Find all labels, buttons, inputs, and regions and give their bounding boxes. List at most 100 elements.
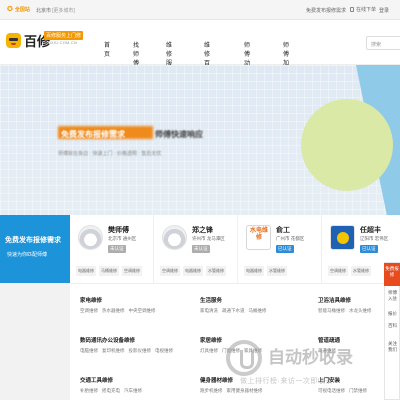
floating-sidebar: 免费报修 师傅入驻 报价 百科 关注我们 — [384, 262, 400, 400]
status-badge: 已认证 — [360, 245, 378, 253]
category-item[interactable]: 摇电充电 — [102, 388, 120, 394]
category-item[interactable]: 空调维修 — [80, 308, 98, 314]
category-title[interactable]: 卫浴洁具维修 — [318, 296, 372, 304]
publish-request-link[interactable]: 免费发布报修需求 — [306, 7, 346, 14]
top-bar: ✪ 全国站 北京市 [更多城市] 免费发布报修需求 在线下单 登录 — [0, 0, 400, 20]
category-title[interactable]: 健身器材维修 — [200, 376, 263, 384]
category-item[interactable]: 灯具维修 — [200, 348, 218, 354]
order-link[interactable]: 在线下单 — [350, 6, 376, 13]
search-input[interactable]: 搜索 — [366, 36, 400, 50]
avatar-logo-text: 水电维修 — [249, 228, 268, 241]
category-item[interactable]: 电脑维修 — [80, 348, 98, 354]
master-list: 樊师傅 北京市 通州区 未认证 电器维修 马桶维修 空调维修 郑之锋 许州市 龙… — [70, 215, 400, 283]
category-item[interactable]: 投影仪维修 — [129, 348, 152, 354]
avatar — [330, 225, 355, 250]
status-badge: 未认证 — [108, 245, 126, 253]
master-tags: 空调维修 水管维修 — [328, 266, 371, 276]
category-item[interactable]: 家具维修 — [244, 348, 262, 354]
skill-tag: 水管维修 — [351, 266, 371, 276]
category-item[interactable]: 马桶维修 — [249, 308, 267, 314]
category-item[interactable]: 中央空调维修 — [129, 308, 156, 314]
category-title[interactable]: 生活服务 — [200, 296, 267, 304]
float-item-wiki[interactable]: 百科 — [386, 323, 399, 329]
banner-circle-decoration — [301, 99, 393, 191]
brand-tag: 百修服务上门修 — [44, 31, 84, 40]
category-item[interactable]: 家用健身器材维修 — [227, 388, 263, 394]
master-area: 许州市 龙马潭区 — [192, 236, 225, 241]
skill-tag: 电器维修 — [244, 266, 264, 276]
float-item-join[interactable]: 师傅入驻 — [386, 290, 399, 302]
skill-tag: 水管维修 — [206, 266, 226, 276]
skill-tag: 电器维修 — [76, 266, 96, 276]
master-name: 俞工 — [276, 227, 290, 234]
category-block[interactable]: 生活服务 家电清洗 疏通下水道 马桶维修 — [200, 296, 267, 314]
master-tags: 电器维修 水管维修 — [244, 266, 287, 276]
master-name: 郑之锋 — [192, 227, 213, 234]
category-item[interactable]: 疏通维修 — [318, 348, 336, 354]
category-item[interactable]: 门禁维修 — [349, 388, 367, 394]
category-item[interactable]: 家电清洗 — [200, 308, 218, 314]
category-block[interactable]: 家电维修 空调维修 热水器维修 中央空调维修 — [80, 296, 156, 314]
category-item[interactable]: 热水器维修 — [102, 308, 125, 314]
location-icon: ✪ — [7, 5, 13, 13]
status-badge: 已认证 — [276, 245, 294, 253]
float-item-follow[interactable]: 关注我们 — [386, 341, 399, 353]
avatar: 水电维修 — [246, 225, 271, 250]
avatar — [162, 225, 187, 250]
category-item[interactable]: 水龙头维修 — [349, 308, 372, 314]
nav-find-master[interactable]: 找师傅 — [133, 40, 139, 67]
banner-headline-right: 师傅快速响应 — [155, 130, 203, 139]
category-block[interactable]: 卫浴洁具维修 智能马桶维修 水龙头维修 — [318, 296, 372, 314]
category-block[interactable]: 家居维修 灯具维修 门窗维修 家具维修 — [200, 336, 262, 354]
category-block[interactable]: 健身器材维修 跑步机维修 家用健身器材维修 — [200, 376, 263, 394]
login-link[interactable]: 登录 — [379, 7, 389, 14]
category-title[interactable]: 数码通讯办公设备维修 — [80, 336, 173, 344]
category-title[interactable]: 交通工具维修 — [80, 376, 142, 384]
free-repair-button[interactable]: 免费报修 — [384, 263, 400, 286]
category-item[interactable]: 复印机维修 — [102, 348, 125, 354]
master-tags: 空调维修 电器维修 水管维修 — [160, 266, 226, 276]
master-card[interactable]: 水电维修 俞工 广州市 花都区 已认证 电器维修 水管维修 — [238, 215, 322, 283]
category-item[interactable]: 可视电话维修 — [318, 388, 345, 394]
master-card[interactable]: 樊师傅 北京市 通州区 未认证 电器维修 马桶维修 空调维修 — [70, 215, 154, 283]
category-item[interactable]: 补胎维修 — [80, 388, 98, 394]
master-tags: 电器维修 马桶维修 空调维修 — [76, 266, 142, 276]
category-item[interactable]: 疏通下水道 — [222, 308, 245, 314]
skill-tag: 空调维修 — [328, 266, 348, 276]
master-area: 辽阳市 宏伟区 — [360, 236, 389, 241]
switch-city-link[interactable]: [更多城市] — [52, 7, 75, 14]
master-name: 任超丰 — [360, 227, 381, 234]
category-title[interactable]: 家电维修 — [80, 296, 156, 304]
category-item[interactable]: 电视维修 — [155, 348, 173, 354]
location-switcher[interactable]: ✪ 全国站 — [7, 5, 30, 14]
location-label[interactable]: 全国站 — [15, 6, 30, 13]
category-title[interactable]: 家居维修 — [200, 336, 262, 344]
category-block[interactable]: 上门安装 可视电话维修 门禁维修 — [318, 376, 367, 394]
category-item[interactable]: 门窗维修 — [222, 348, 240, 354]
hero-banner[interactable]: 免费发布报修需求 师傅快速响应 师傅就在身边 · 快速上门 · 价格透明 · 售… — [0, 65, 400, 215]
nav-home[interactable]: 首页 — [104, 40, 110, 58]
publish-request-panel[interactable]: 免费发布报修需求 快速为你匹配师傅 — [0, 215, 70, 283]
order-label: 在线下单 — [356, 7, 377, 13]
category-block[interactable]: 交通工具维修 补胎维修 摇电充电 汽车维修 — [80, 376, 142, 394]
site-logo[interactable]: 百修 百修服务上门修 BAIXIU.COM.CN — [6, 31, 84, 50]
skill-tag: 电器维修 — [183, 266, 203, 276]
category-item[interactable]: 汽车维修 — [124, 388, 142, 394]
category-title[interactable]: 管道疏通 — [318, 336, 340, 344]
category-item[interactable]: 跑步机维修 — [200, 388, 223, 394]
site-header: 百修 百修服务上门修 BAIXIU.COM.CN 首页 找师傅 维修服务 维修百… — [0, 20, 400, 76]
skill-tag: 水管维修 — [267, 266, 287, 276]
category-title[interactable]: 上门安装 — [318, 376, 367, 384]
category-item[interactable]: 智能马桶维修 — [318, 308, 345, 314]
master-card[interactable]: 郑之锋 许州市 龙马潭区 未认证 空调维修 电器维修 水管维修 — [154, 215, 238, 283]
publish-link[interactable]: 快速为你匹配师傅 — [7, 251, 47, 258]
logo-mascot-icon — [6, 33, 21, 48]
current-city: 北京市 — [36, 8, 52, 14]
service-categories: 家电维修 空调维修 热水器维修 中央空调维修 生活服务 家电清洗 疏通下水道 马… — [70, 283, 384, 400]
float-item-quote[interactable]: 报价 — [386, 311, 399, 317]
category-block[interactable]: 数码通讯办公设备维修 电脑维修 复印机维修 投影仪维修 电视维修 — [80, 336, 173, 354]
skill-tag: 空调维修 — [160, 266, 180, 276]
master-name: 樊师傅 — [108, 227, 129, 234]
skill-tag: 空调维修 — [122, 266, 142, 276]
category-block[interactable]: 管道疏通 疏通维修 — [318, 336, 340, 354]
